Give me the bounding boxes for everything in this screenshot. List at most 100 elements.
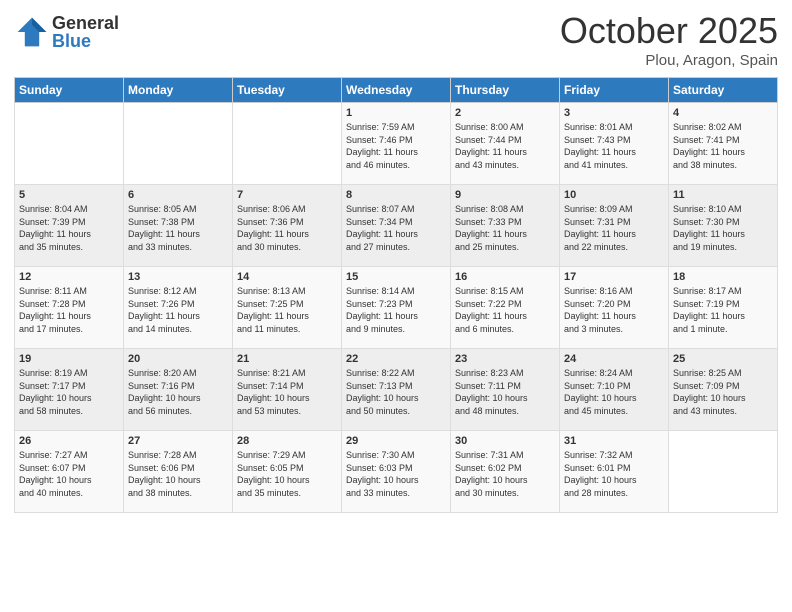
calendar-cell: 15Sunrise: 8:14 AM Sunset: 7:23 PM Dayli…	[342, 267, 451, 349]
cell-content: Sunrise: 7:28 AM Sunset: 6:06 PM Dayligh…	[128, 449, 228, 499]
calendar-cell: 19Sunrise: 8:19 AM Sunset: 7:17 PM Dayli…	[15, 349, 124, 431]
calendar-cell: 9 Sunrise: 8:08 AM Sunset: 7:33 PM Daylig…	[451, 185, 560, 267]
calendar-cell: 2 Sunrise: 8:00 AM Sunset: 7:44 PM Daylig…	[451, 103, 560, 185]
day-number: 28	[237, 435, 337, 447]
calendar-cell: 14 Sunrise: 8:13 AM Sunset: 7:25 PM Dayli…	[233, 267, 342, 349]
calendar-cell	[669, 431, 778, 513]
calendar-cell: 16 Sunrise: 8:15 AM Sunset: 7:22 PM Dayli…	[451, 267, 560, 349]
cell-content: Sunrise: 8:19 AM Sunset: 7:17 PM Dayligh…	[19, 367, 119, 417]
col-header-saturday: Saturday	[669, 78, 778, 103]
header: General Blue October 2025 Plou, Aragon, …	[14, 10, 778, 69]
col-header-tuesday: Tuesday	[233, 78, 342, 103]
month-title: October 2025	[560, 10, 778, 52]
cell-content: Sunrise: 7:27 AM Sunset: 6:07 PM Dayligh…	[19, 449, 119, 499]
cell-content: Sunrise: 8:02 AM Sunset: 7:41 PM Dayligh…	[673, 121, 773, 171]
day-number: 21	[237, 353, 337, 365]
calendar-cell: 22 Sunrise: 8:22 AM Sunset: 7:13 PM Dayli…	[342, 349, 451, 431]
calendar-cell: 23Sunrise: 8:23 AM Sunset: 7:11 PM Dayli…	[451, 349, 560, 431]
cell-content: Sunrise: 7:29 AM Sunset: 6:05 PM Dayligh…	[237, 449, 337, 499]
cell-content: Sunrise: 8:16 AM Sunset: 7:20 PM Dayligh…	[564, 285, 664, 335]
cell-content: Sunrise: 8:15 AM Sunset: 7:22 PM Dayligh…	[455, 285, 555, 335]
calendar-cell: 28 Sunrise: 7:29 AM Sunset: 6:05 PM Dayli…	[233, 431, 342, 513]
location: Plou, Aragon, Spain	[560, 52, 778, 69]
cell-content: Sunrise: 8:22 AM Sunset: 7:13 PM Dayligh…	[346, 367, 446, 417]
day-number: 24	[564, 353, 664, 365]
col-header-sunday: Sunday	[15, 78, 124, 103]
logo-icon	[14, 14, 50, 50]
cell-content: Sunrise: 7:30 AM Sunset: 6:03 PM Dayligh…	[346, 449, 446, 499]
cell-content: Sunrise: 8:20 AM Sunset: 7:16 PM Dayligh…	[128, 367, 228, 417]
logo: General Blue	[14, 14, 119, 50]
cell-content: Sunrise: 8:13 AM Sunset: 7:25 PM Dayligh…	[237, 285, 337, 335]
day-number: 3	[564, 107, 664, 119]
day-number: 12	[19, 271, 119, 283]
week-row-0: 1Sunrise: 7:59 AM Sunset: 7:46 PM Daylig…	[15, 103, 778, 185]
calendar-cell: 4 Sunrise: 8:02 AM Sunset: 7:41 PM Daylig…	[669, 103, 778, 185]
week-row-3: 19Sunrise: 8:19 AM Sunset: 7:17 PM Dayli…	[15, 349, 778, 431]
cell-content: Sunrise: 8:17 AM Sunset: 7:19 PM Dayligh…	[673, 285, 773, 335]
calendar-cell: 20Sunrise: 8:20 AM Sunset: 7:16 PM Dayli…	[124, 349, 233, 431]
day-number: 17	[564, 271, 664, 283]
cell-content: Sunrise: 7:31 AM Sunset: 6:02 PM Dayligh…	[455, 449, 555, 499]
week-row-2: 12 Sunrise: 8:11 AM Sunset: 7:28 PM Dayli…	[15, 267, 778, 349]
cell-content: Sunrise: 8:09 AM Sunset: 7:31 PM Dayligh…	[564, 203, 664, 253]
cell-content: Sunrise: 8:14 AM Sunset: 7:23 PM Dayligh…	[346, 285, 446, 335]
day-number: 10	[564, 189, 664, 201]
day-number: 5	[19, 189, 119, 201]
cell-content: Sunrise: 7:32 AM Sunset: 6:01 PM Dayligh…	[564, 449, 664, 499]
cell-content: Sunrise: 8:06 AM Sunset: 7:36 PM Dayligh…	[237, 203, 337, 253]
calendar-cell: 10 Sunrise: 8:09 AM Sunset: 7:31 PM Dayli…	[560, 185, 669, 267]
col-header-monday: Monday	[124, 78, 233, 103]
day-number: 31	[564, 435, 664, 447]
col-header-friday: Friday	[560, 78, 669, 103]
cell-content: Sunrise: 7:59 AM Sunset: 7:46 PM Dayligh…	[346, 121, 446, 171]
logo-blue-text: Blue	[52, 32, 119, 50]
page-container: General Blue October 2025 Plou, Aragon, …	[0, 0, 792, 612]
calendar-cell: 27 Sunrise: 7:28 AM Sunset: 6:06 PM Dayli…	[124, 431, 233, 513]
day-number: 2	[455, 107, 555, 119]
calendar-cell: 11Sunrise: 8:10 AM Sunset: 7:30 PM Dayli…	[669, 185, 778, 267]
calendar-cell: 24Sunrise: 8:24 AM Sunset: 7:10 PM Dayli…	[560, 349, 669, 431]
logo-general-text: General	[52, 14, 119, 32]
calendar-cell: 26Sunrise: 7:27 AM Sunset: 6:07 PM Dayli…	[15, 431, 124, 513]
cell-content: Sunrise: 8:07 AM Sunset: 7:34 PM Dayligh…	[346, 203, 446, 253]
calendar-cell: 6 Sunrise: 8:05 AM Sunset: 7:38 PM Daylig…	[124, 185, 233, 267]
day-number: 27	[128, 435, 228, 447]
week-row-1: 5 Sunrise: 8:04 AM Sunset: 7:39 PM Daylig…	[15, 185, 778, 267]
cell-content: Sunrise: 8:00 AM Sunset: 7:44 PM Dayligh…	[455, 121, 555, 171]
day-number: 9	[455, 189, 555, 201]
calendar-cell: 7Sunrise: 8:06 AM Sunset: 7:36 PM Daylig…	[233, 185, 342, 267]
day-number: 14	[237, 271, 337, 283]
calendar-cell: 17 Sunrise: 8:16 AM Sunset: 7:20 PM Dayli…	[560, 267, 669, 349]
calendar-cell: 12 Sunrise: 8:11 AM Sunset: 7:28 PM Dayli…	[15, 267, 124, 349]
calendar-cell: 31 Sunrise: 7:32 AM Sunset: 6:01 PM Dayli…	[560, 431, 669, 513]
day-number: 25	[673, 353, 773, 365]
day-number: 6	[128, 189, 228, 201]
col-header-wednesday: Wednesday	[342, 78, 451, 103]
day-number: 4	[673, 107, 773, 119]
day-number: 22	[346, 353, 446, 365]
calendar-table: SundayMondayTuesdayWednesdayThursdayFrid…	[14, 77, 778, 513]
cell-content: Sunrise: 8:11 AM Sunset: 7:28 PM Dayligh…	[19, 285, 119, 335]
header-row: SundayMondayTuesdayWednesdayThursdayFrid…	[15, 78, 778, 103]
calendar-cell: 30Sunrise: 7:31 AM Sunset: 6:02 PM Dayli…	[451, 431, 560, 513]
calendar-cell	[124, 103, 233, 185]
cell-content: Sunrise: 8:01 AM Sunset: 7:43 PM Dayligh…	[564, 121, 664, 171]
calendar-cell: 5 Sunrise: 8:04 AM Sunset: 7:39 PM Daylig…	[15, 185, 124, 267]
day-number: 11	[673, 189, 773, 201]
cell-content: Sunrise: 8:05 AM Sunset: 7:38 PM Dayligh…	[128, 203, 228, 253]
calendar-header: SundayMondayTuesdayWednesdayThursdayFrid…	[15, 78, 778, 103]
day-number: 16	[455, 271, 555, 283]
calendar-cell: 29Sunrise: 7:30 AM Sunset: 6:03 PM Dayli…	[342, 431, 451, 513]
calendar-cell: 21Sunrise: 8:21 AM Sunset: 7:14 PM Dayli…	[233, 349, 342, 431]
calendar-cell: 18Sunrise: 8:17 AM Sunset: 7:19 PM Dayli…	[669, 267, 778, 349]
cell-content: Sunrise: 8:25 AM Sunset: 7:09 PM Dayligh…	[673, 367, 773, 417]
title-block: October 2025 Plou, Aragon, Spain	[560, 10, 778, 69]
col-header-thursday: Thursday	[451, 78, 560, 103]
cell-content: Sunrise: 8:08 AM Sunset: 7:33 PM Dayligh…	[455, 203, 555, 253]
calendar-cell	[15, 103, 124, 185]
calendar-cell	[233, 103, 342, 185]
calendar-body: 1Sunrise: 7:59 AM Sunset: 7:46 PM Daylig…	[15, 103, 778, 513]
day-number: 8	[346, 189, 446, 201]
cell-content: Sunrise: 8:04 AM Sunset: 7:39 PM Dayligh…	[19, 203, 119, 253]
